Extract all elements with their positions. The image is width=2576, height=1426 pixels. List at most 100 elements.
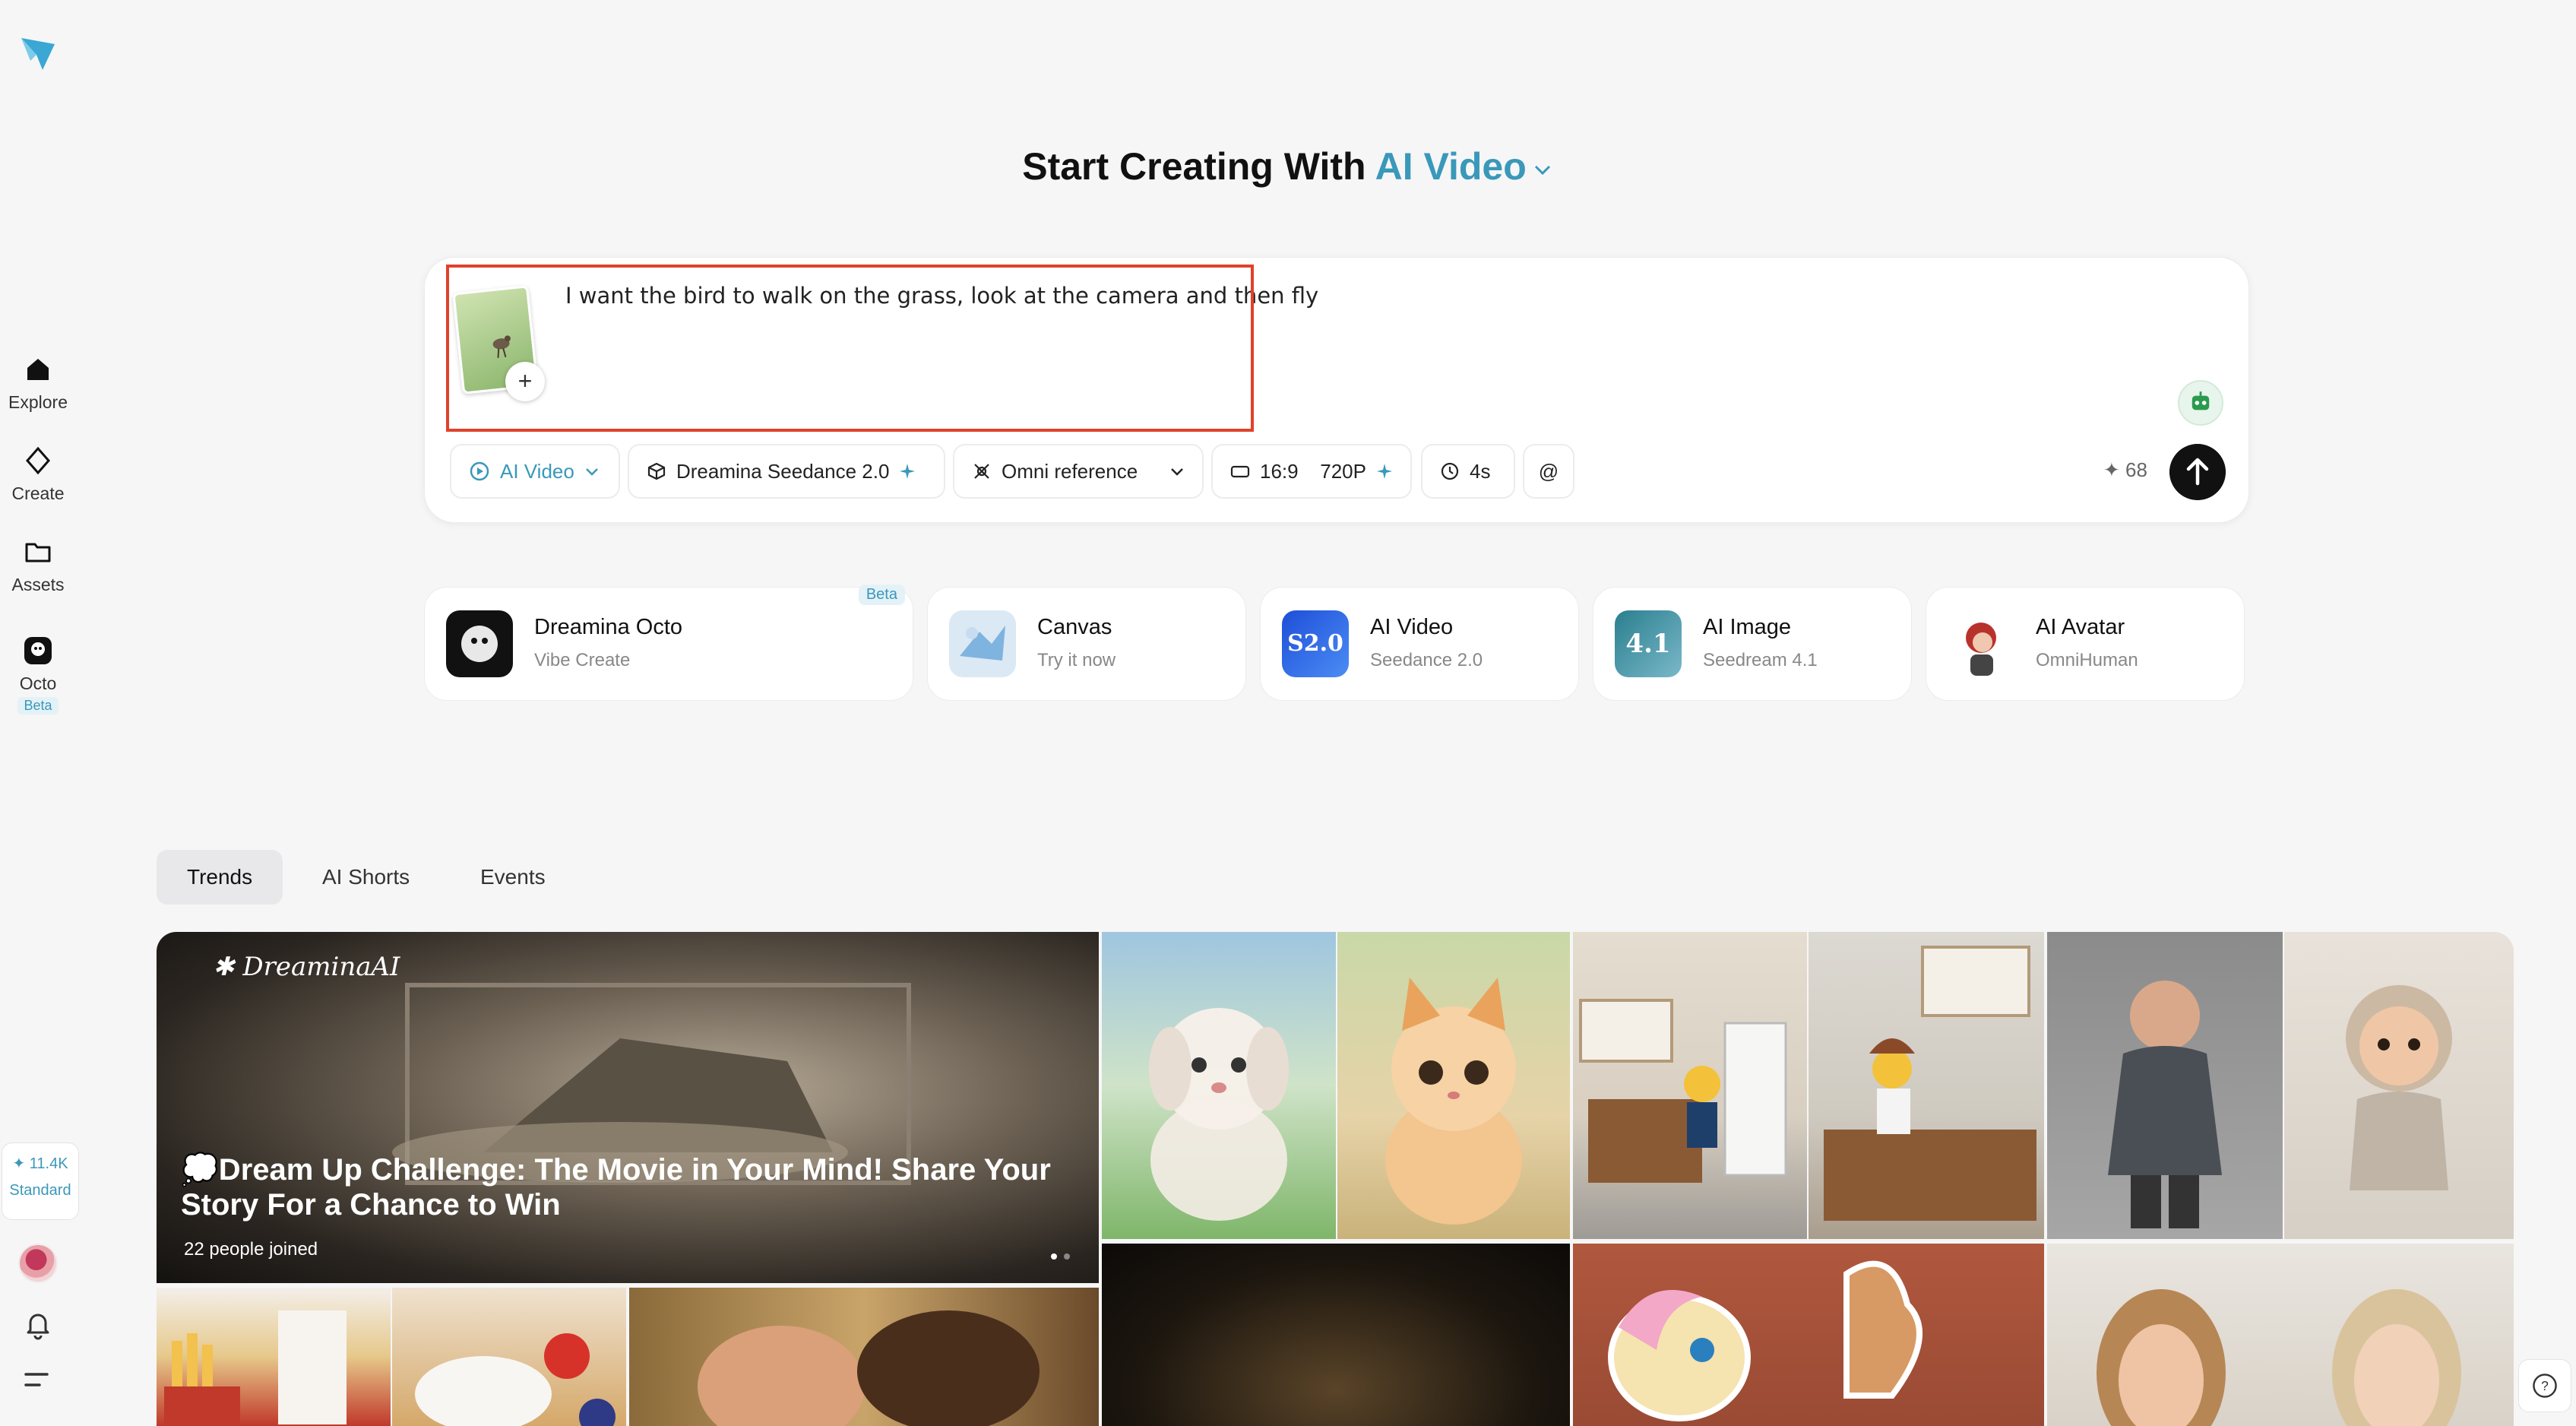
- carousel-dots[interactable]: [1050, 1253, 1073, 1260]
- tool-card-ai-image[interactable]: 4.1 AI Image Seedream 4.1: [1593, 587, 1912, 701]
- model-selector-label: Dreamina Seedance 2.0: [676, 459, 890, 483]
- chevron-down-icon: [585, 468, 598, 476]
- diamond-icon: [26, 446, 50, 475]
- sparkle-icon: ✦: [2103, 458, 2120, 481]
- chevron-down-icon: [1534, 165, 1550, 175]
- sparkle-icon: [1377, 464, 1392, 479]
- tool-title: AI Video: [1370, 615, 1454, 639]
- brand-text: DreaminaAI: [242, 952, 400, 982]
- tool-title: Dreamina Octo: [534, 615, 683, 639]
- nav-octo-beta-badge: Beta: [17, 697, 59, 715]
- reference-mode-dropdown[interactable]: Omni reference: [953, 444, 1204, 499]
- cartoon-boy-illustration: [2346, 985, 2452, 1190]
- home-icon: [27, 359, 49, 380]
- nav-octo[interactable]: Octo Beta: [0, 634, 76, 715]
- pony-illustration: [1608, 1260, 1923, 1421]
- resolution-label: 720P: [1320, 459, 1366, 483]
- send-button[interactable]: [2169, 444, 2226, 500]
- tool-card-ai-video[interactable]: S2.0 AI Video Seedance 2.0: [1260, 587, 1579, 701]
- tool-card-ai-avatar[interactable]: AI Avatar OmniHuman: [1926, 587, 2245, 701]
- beta-badge: Beta: [858, 585, 905, 605]
- ratio-resolution-selector[interactable]: 16:9 720P: [1211, 444, 1412, 499]
- gallery-item-glass-kitten[interactable]: [1337, 932, 1570, 1239]
- challenge-title: 💭Dream Up Challenge: The Movie in Your M…: [181, 1153, 1051, 1222]
- mention-label: @: [1538, 459, 1559, 483]
- sidebar: Explore Create Assets Octo Beta ✦ 11.4K …: [0, 0, 79, 1426]
- tool-title: Canvas: [1037, 615, 1112, 639]
- gallery-item-pony-on-brick[interactable]: [1573, 1244, 2044, 1426]
- tab-events[interactable]: Events: [450, 850, 576, 905]
- featured-challenge-banner[interactable]: ✱ DreaminaAI 💭Dream Up Challenge: The Mo…: [157, 932, 1099, 1283]
- man-illustration: [2108, 981, 2222, 1228]
- lego-kitchen-illustration: [1824, 946, 2036, 1221]
- gallery-item-portraits[interactable]: [2047, 1244, 2514, 1426]
- question-icon: ?: [2541, 1378, 2549, 1393]
- octo-icon: [24, 637, 52, 664]
- assistant-bot-icon[interactable]: [2178, 380, 2223, 426]
- portraits-illustration: [2097, 1289, 2461, 1426]
- page-title: Start Creating With AI Video: [0, 144, 2576, 189]
- generation-cost-value: 68: [2125, 458, 2147, 481]
- avatar-tool-icon: [1948, 610, 2014, 677]
- tab-ai-shorts[interactable]: AI Shorts: [292, 850, 440, 905]
- nav-assets-label: Assets: [11, 575, 65, 594]
- dreamina-logo-icon[interactable]: [17, 30, 59, 73]
- gallery-item-lego-kitchen-2[interactable]: [1809, 932, 2044, 1239]
- tool-subtitle: Vibe Create: [534, 650, 631, 670]
- tool-subtitle: OmniHuman: [2036, 650, 2138, 670]
- bell-icon[interactable]: [21, 1307, 55, 1341]
- tool-subtitle: Seedance 2.0: [1370, 650, 1483, 670]
- kitten-illustration: [1385, 978, 1522, 1225]
- lego-kitchen-illustration: [1579, 999, 1787, 1183]
- reference-mode-label: Omni reference: [1002, 459, 1138, 483]
- canvas-tool-icon: [949, 610, 1016, 677]
- gallery-item-dark-water[interactable]: [1102, 1244, 1570, 1426]
- nav-create[interactable]: Create: [0, 444, 76, 504]
- tool-card-dreamina-octo[interactable]: Dreamina Octo Vibe Create Beta: [424, 585, 913, 701]
- gallery-item-man-lifted[interactable]: [2047, 932, 2283, 1239]
- cube-icon: [647, 462, 666, 480]
- generation-cost: ✦ 68: [2103, 458, 2147, 482]
- avatar[interactable]: [18, 1244, 58, 1283]
- mode-selector[interactable]: AI Video: [1375, 145, 1554, 188]
- nav-assets[interactable]: Assets: [0, 535, 76, 595]
- gallery-item-couple[interactable]: [629, 1288, 1099, 1426]
- clock-icon: [1441, 462, 1459, 480]
- duration-selector[interactable]: 4s: [1421, 444, 1515, 499]
- duration-label: 4s: [1470, 459, 1491, 483]
- tool-title: AI Image: [1703, 615, 1792, 639]
- couple-illustration: [698, 1310, 1040, 1426]
- omni-reference-icon: [974, 464, 989, 479]
- tool-card-canvas[interactable]: Canvas Try it now: [927, 587, 1246, 701]
- tool-subtitle: Seedream 4.1: [1703, 650, 1818, 670]
- mode-selector-label: AI Video: [1375, 145, 1527, 188]
- plan-label: Standard: [9, 1182, 71, 1199]
- credits-value: 11.4K: [29, 1155, 68, 1172]
- dessert-illustration: [415, 1333, 616, 1426]
- sparkle-icon: ✦: [12, 1155, 26, 1172]
- nav-octo-label: Octo: [19, 673, 57, 693]
- title-prefix: Start Creating With: [1022, 145, 1366, 188]
- star-icon: ✱: [213, 952, 235, 982]
- aspect-ratio-icon: [1230, 465, 1250, 478]
- chevron-down-icon: [1171, 468, 1183, 476]
- help-button[interactable]: ?: [2518, 1359, 2571, 1412]
- gallery-item-glass-puppy[interactable]: [1102, 932, 1336, 1239]
- credits-card[interactable]: ✦ 11.4K Standard: [2, 1142, 79, 1220]
- nav-explore[interactable]: Explore: [0, 353, 76, 413]
- mode-dropdown[interactable]: AI Video: [450, 444, 620, 499]
- seedance-tool-icon: S2.0: [1282, 610, 1349, 677]
- gallery-item-dessert[interactable]: [392, 1288, 626, 1426]
- participants-count: 22 people joined: [184, 1239, 318, 1260]
- ratio-label: 16:9: [1260, 459, 1299, 483]
- nav-create-label: Create: [11, 483, 65, 503]
- tool-subtitle: Try it now: [1037, 650, 1116, 670]
- menu-icon[interactable]: [23, 1368, 53, 1391]
- folder-icon: [25, 543, 51, 562]
- gallery-item-lego-kitchen-1[interactable]: [1573, 932, 1807, 1239]
- gallery-item-cartoon-boy[interactable]: [2284, 932, 2514, 1239]
- model-selector[interactable]: Dreamina Seedance 2.0: [628, 444, 945, 499]
- gallery-item-fries-milkshake[interactable]: [157, 1288, 391, 1426]
- tab-trends[interactable]: Trends: [157, 850, 283, 905]
- mention-button[interactable]: @: [1523, 444, 1574, 499]
